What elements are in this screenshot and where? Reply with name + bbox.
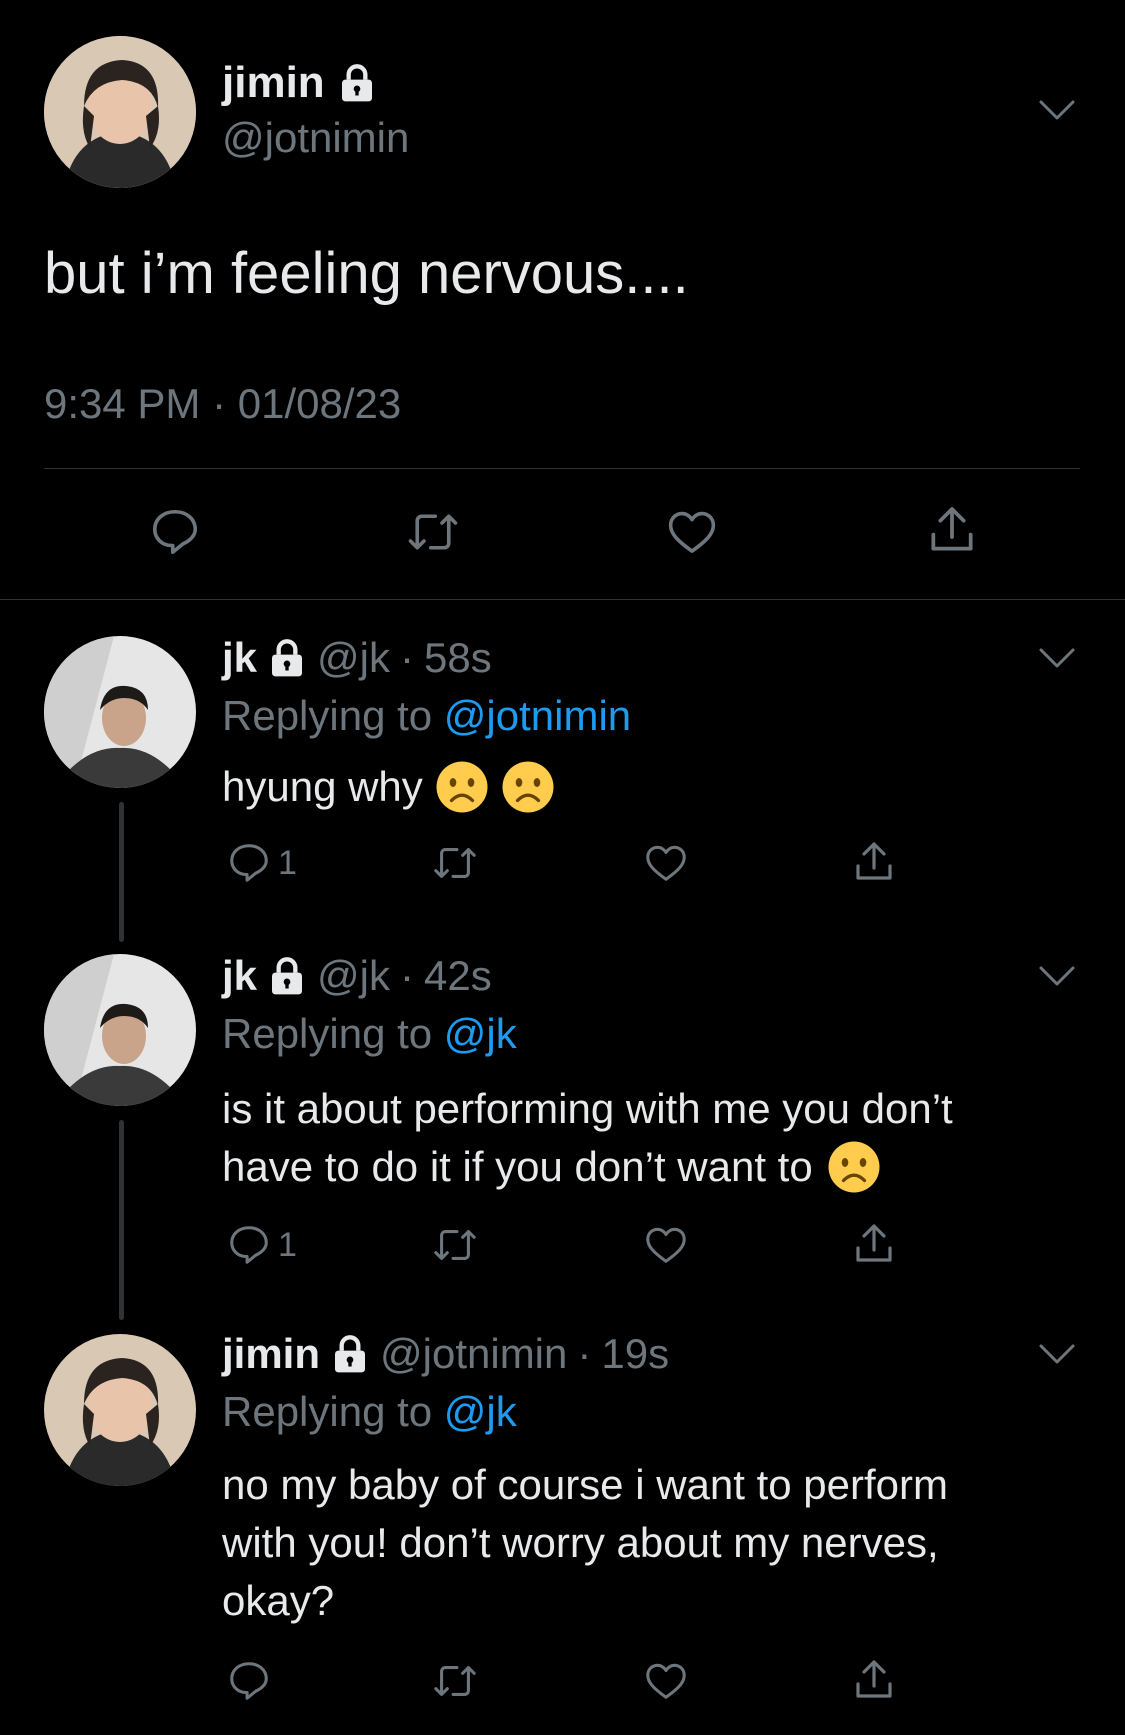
like-icon[interactable] (664, 505, 720, 559)
reply-icon[interactable] (226, 840, 272, 886)
mention-link[interactable]: @jotnimin (444, 692, 631, 739)
tweet-timestamp: 9:34 PM · 01/08/23 (44, 380, 401, 428)
lock-icon (341, 64, 372, 102)
reply-header: jk @jk · 58s (222, 634, 492, 682)
frowning-face-emoji (828, 1141, 880, 1193)
reply-text-line: okay? (222, 1577, 335, 1624)
chevron-down-icon[interactable] (1037, 1340, 1077, 1368)
author-handle[interactable]: @jotnimin (380, 1330, 567, 1378)
separator-dot: · (400, 952, 414, 999)
separator-dot: · (400, 634, 414, 681)
section-divider (0, 599, 1125, 600)
chevron-down-icon[interactable] (1037, 644, 1077, 672)
retweet-icon[interactable] (404, 505, 462, 559)
reply-text-line: no my baby of course i want to perform (222, 1461, 948, 1508)
replying-to: Replying to @jotnimin (222, 692, 631, 740)
share-icon[interactable] (850, 1220, 898, 1268)
frowning-face-emoji (436, 761, 488, 813)
avatar[interactable] (44, 36, 196, 188)
reply-time: 42s (424, 952, 492, 999)
reply-text-line: is it about performing with me you don’t (222, 1085, 953, 1132)
avatar[interactable] (44, 636, 196, 788)
divider (44, 468, 1080, 469)
reply-text-line: have to do it if you don’t want to (222, 1143, 813, 1190)
reply-time: 19s (601, 1330, 670, 1377)
lock-icon (272, 639, 303, 677)
separator-dot: · (577, 1330, 592, 1377)
replying-label: Replying to (222, 1010, 433, 1057)
author-name[interactable]: jk (222, 952, 257, 1000)
share-icon[interactable] (850, 838, 898, 886)
author-handle[interactable]: @jk (317, 634, 390, 682)
like-icon[interactable] (642, 1658, 690, 1704)
replying-to: Replying to @jk (222, 1388, 517, 1436)
reply-button[interactable]: 1 (226, 840, 297, 886)
reply-text: no my baby of course i want to perform w… (222, 1456, 948, 1630)
retweet-icon[interactable] (430, 840, 480, 886)
author-name[interactable]: jimin (222, 1330, 320, 1378)
mention-link[interactable]: @jk (444, 1010, 517, 1057)
replying-label: Replying to (222, 1388, 433, 1435)
author-name[interactable]: jimin (222, 58, 377, 108)
lock-icon (272, 957, 303, 995)
reply-count: 1 (278, 843, 297, 882)
reply-count: 1 (278, 1225, 297, 1264)
retweet-icon[interactable] (430, 1658, 480, 1704)
action-bar: 1 (226, 1222, 297, 1268)
avatar[interactable] (44, 954, 196, 1106)
chevron-down-icon[interactable] (1037, 962, 1077, 990)
reply-text: hyung why (222, 760, 555, 814)
replying-to: Replying to @jk (222, 1010, 517, 1058)
reply-text: is it about performing with me you don’t… (222, 1080, 953, 1196)
separator-dot: · (212, 380, 227, 427)
reply-text-line: with you! don’t worry about my nerves, (222, 1519, 939, 1566)
reply-time: 58s (424, 634, 492, 681)
author-name-text[interactable]: jimin (222, 58, 325, 108)
author-handle[interactable]: @jk (317, 952, 390, 1000)
like-icon[interactable] (642, 1222, 690, 1268)
tweet-text: but i’m feeling nervous.... (44, 241, 689, 306)
thread-line (119, 802, 124, 942)
reply-text-content: hyung why (222, 763, 423, 810)
replying-label: Replying to (222, 692, 433, 739)
tweet-time: 9:34 PM (44, 380, 201, 427)
mention-link[interactable]: @jk (444, 1388, 517, 1435)
retweet-icon[interactable] (430, 1222, 480, 1268)
avatar[interactable] (44, 1334, 196, 1486)
reply-icon[interactable] (226, 1222, 272, 1268)
frowning-face-emoji (502, 761, 554, 813)
author-handle[interactable]: @jotnimin (222, 114, 409, 162)
reply-header: jimin @jotnimin · 19s (222, 1330, 669, 1378)
thread-line (119, 1120, 124, 1320)
reply-icon[interactable] (226, 1658, 272, 1704)
tweet-date: 01/08/23 (237, 380, 402, 427)
chevron-down-icon[interactable] (1037, 96, 1077, 124)
reply-header: jk @jk · 42s (222, 952, 492, 1000)
action-bar: 1 (226, 840, 297, 886)
author-name[interactable]: jk (222, 634, 257, 682)
share-icon[interactable] (850, 1656, 898, 1704)
reply-icon[interactable] (148, 505, 202, 559)
reply-button[interactable]: 1 (226, 1222, 297, 1268)
share-icon[interactable] (924, 502, 980, 558)
like-icon[interactable] (642, 840, 690, 886)
lock-icon (335, 1335, 366, 1373)
